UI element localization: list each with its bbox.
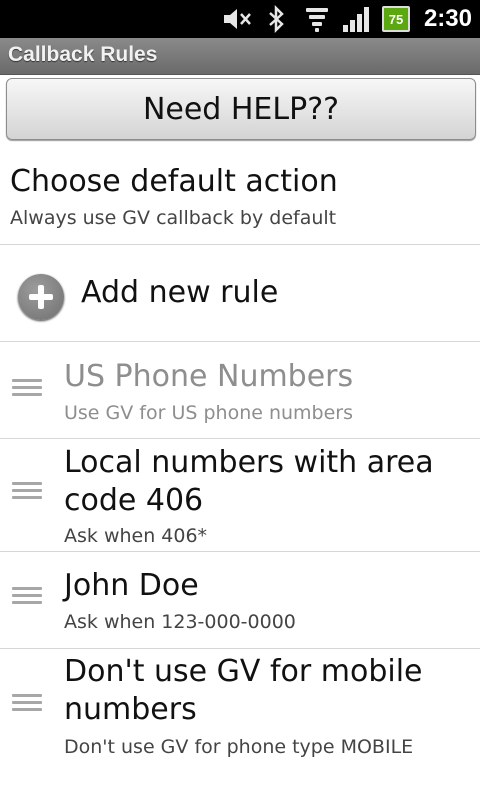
rule-item-no-gv-mobile[interactable]: Don't use GV for mobile numbers Don't us… <box>0 649 480 769</box>
rule-summary: Ask when 123-000-0000 <box>64 611 296 633</box>
rule-item-us-phone-numbers[interactable]: US Phone Numbers Use GV for US phone num… <box>0 342 480 439</box>
add-rule-item[interactable]: Add new rule <box>0 245 480 342</box>
default-action-title: Choose default action <box>10 164 338 199</box>
drag-handle-icon[interactable] <box>10 689 44 719</box>
add-rule-label: Add new rule <box>81 275 279 310</box>
rule-item-john-doe[interactable]: John Doe Ask when 123-000-0000 <box>0 552 480 649</box>
drag-handle-icon[interactable] <box>10 374 44 404</box>
wifi-icon <box>302 5 332 33</box>
drag-handle-icon[interactable] <box>10 582 44 612</box>
status-clock: 2:30 <box>423 5 472 32</box>
default-action-summary: Always use GV callback by default <box>10 207 337 229</box>
app-title: Callback Rules <box>8 43 158 66</box>
signal-icon <box>342 5 372 33</box>
bluetooth-icon <box>262 5 292 33</box>
drag-handle-icon[interactable] <box>10 477 44 507</box>
rule-title: Local numbers with area code 406 <box>64 445 434 518</box>
need-help-button[interactable]: Need HELP?? <box>6 78 476 140</box>
rule-summary: Don't use GV for phone type MOBILE <box>64 736 414 758</box>
mute-icon <box>222 5 252 33</box>
status-bar: 75 2:30 <box>0 0 480 38</box>
title-bar: Callback Rules <box>0 38 480 75</box>
rule-summary: Ask when 406* <box>64 525 208 547</box>
rule-item-local-406[interactable]: Local numbers with area code 406 Ask whe… <box>0 439 480 552</box>
rule-title: John Doe <box>64 568 199 603</box>
rule-summary: Use GV for US phone numbers <box>64 402 354 424</box>
add-circle-icon[interactable] <box>18 274 64 320</box>
default-action-item[interactable]: Choose default action Always use GV call… <box>0 145 480 245</box>
rule-title: US Phone Numbers <box>64 359 354 394</box>
battery-icon: 75 <box>381 6 410 32</box>
status-icons: 75 2:30 <box>222 0 472 38</box>
rule-title: Don't use GV for mobile numbers <box>64 654 423 727</box>
